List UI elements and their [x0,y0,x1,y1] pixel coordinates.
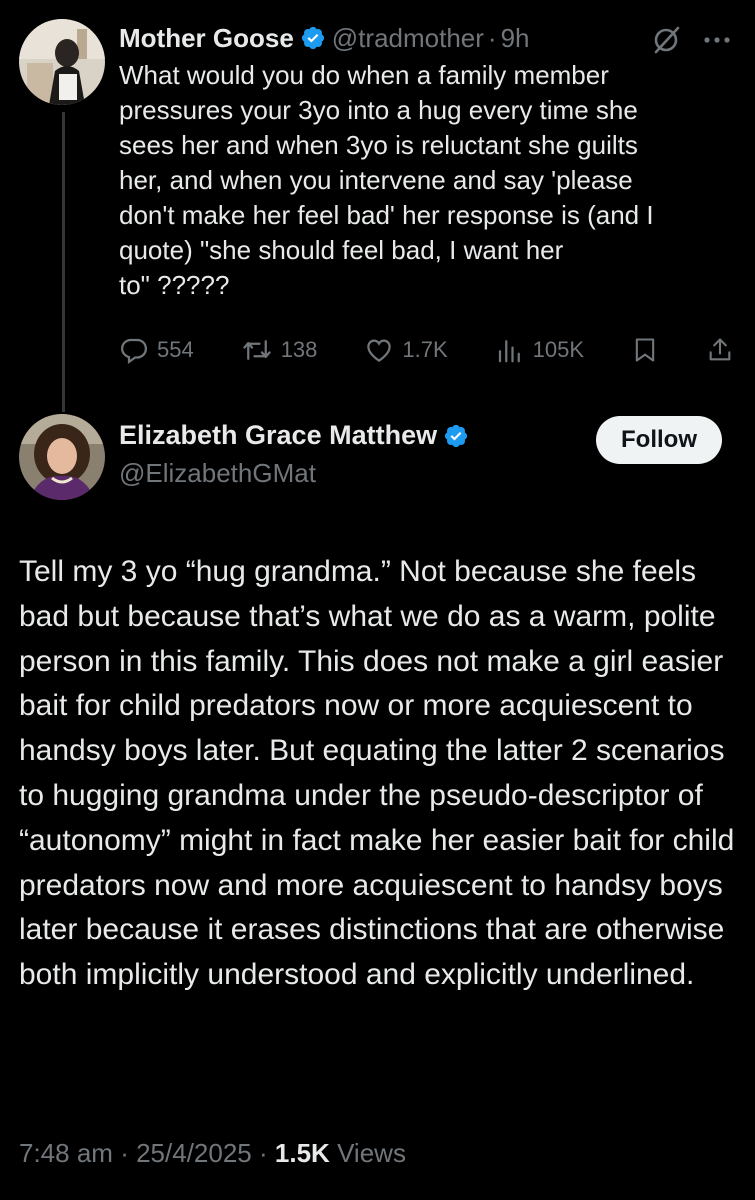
retweet-count: 138 [280,337,318,362]
views-count: 105K [532,337,584,362]
retweet-icon [243,340,271,360]
views-icon [498,340,520,363]
follow-button[interactable]: Follow [596,416,722,464]
reply-count: 554 [157,337,194,362]
verified-badge-icon [443,423,469,449]
like-button[interactable]: 1.7K [364,335,448,365]
tweet-text: Tell my 3 yo “hug grandma.” Not because … [19,555,735,992]
author-handle[interactable]: @ElizabethGMat [119,458,316,489]
share-button[interactable] [706,335,734,365]
author-name-row: Elizabeth Grace Matthew [119,420,469,451]
author-handle[interactable]: @tradmother [332,23,484,54]
avatar[interactable] [19,19,105,105]
like-icon [367,339,392,362]
views-count: 1.5K [274,1138,330,1168]
tweet-meta: 7:48 am · 25/4/2025 · 1.5K Views [19,1138,406,1169]
author-name[interactable]: Elizabeth Grace Matthew [119,420,437,451]
tweet-text: What would you do when a family member p… [119,60,654,300]
author-name[interactable]: Mother Goose [119,23,294,54]
views-button[interactable]: 105K [495,335,584,365]
retweet-button[interactable]: 138 [241,335,318,365]
verified-badge-icon [300,25,326,51]
more-icon[interactable] [700,24,734,56]
separator-dot: · [120,1138,129,1168]
separator-dot: · [487,22,497,53]
tweet-time[interactable]: 9h [501,23,530,54]
tweet-timestamp[interactable]: 7:48 am [19,1138,113,1168]
views-label: Views [337,1138,406,1168]
thread-connector-line [62,112,65,412]
tweet-date[interactable]: 25/4/2025 [136,1138,252,1168]
share-icon [709,338,731,361]
like-count: 1.7K [402,337,448,362]
tweet-header: Mother Goose @tradmother · 9h [119,20,530,56]
bookmark-icon [635,338,655,362]
separator-dot: · [259,1138,268,1168]
bookmark-button[interactable] [631,335,659,365]
reply-button[interactable]: 554 [119,335,194,365]
reply-icon [120,338,148,365]
grok-icon[interactable] [650,24,682,56]
tweet-action-bar: 554 138 1.7K 105K [119,330,734,370]
avatar[interactable] [19,414,105,500]
